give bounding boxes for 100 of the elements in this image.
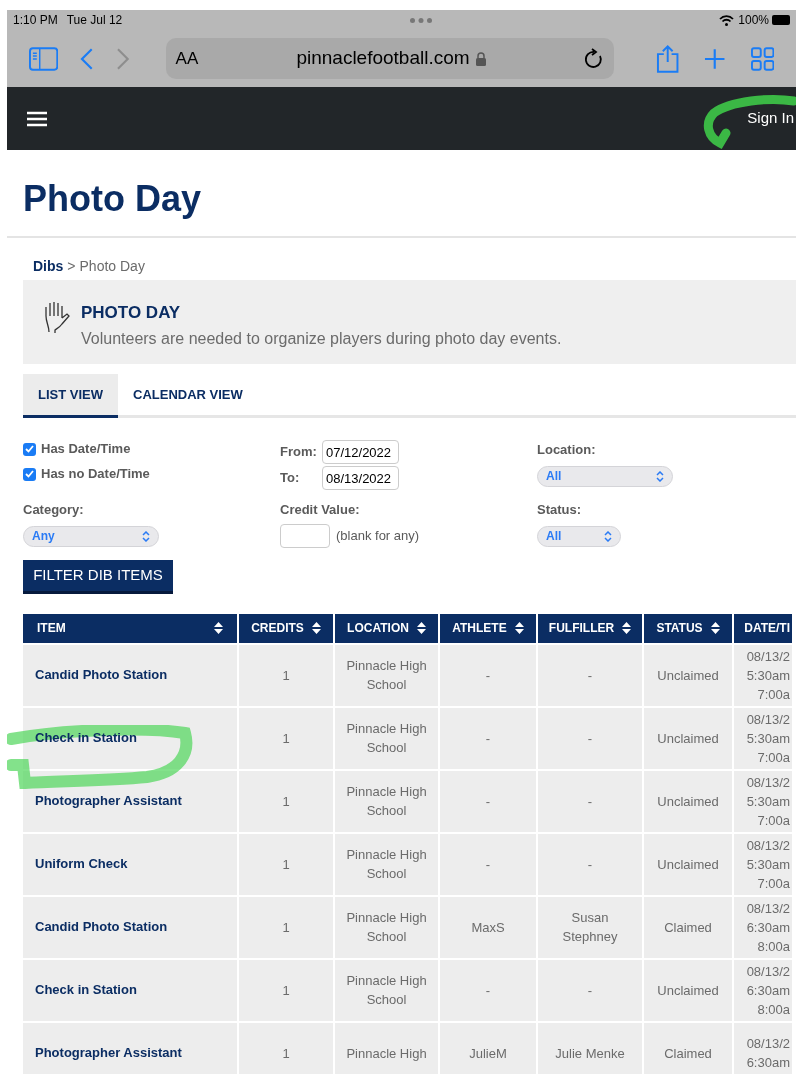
more-dots-icon bbox=[409, 17, 432, 23]
table-cell: 08/13/2 5:30am 7:00a bbox=[734, 770, 792, 832]
sort-icon bbox=[622, 622, 632, 634]
menu-icon[interactable] bbox=[27, 110, 47, 127]
view-tab[interactable]: LIST VIEW bbox=[23, 374, 118, 418]
table-cell: - bbox=[538, 644, 642, 706]
address-bar[interactable]: AA pinnaclefootball.com bbox=[165, 38, 614, 79]
status-date: Tue Jul 12 bbox=[66, 12, 123, 29]
table-cell: Claimed bbox=[644, 1022, 732, 1074]
table-cell: Pinnacle High School bbox=[335, 833, 438, 895]
table-cell: Susan Stephney bbox=[538, 896, 642, 958]
checkbox[interactable] bbox=[23, 467, 36, 481]
checkbox-label: Has no Date/Time bbox=[41, 465, 150, 484]
table-cell: MaxS bbox=[440, 896, 536, 958]
forward-icon[interactable] bbox=[115, 46, 130, 71]
battery-percent: 100% bbox=[738, 12, 769, 29]
sort-icon bbox=[214, 622, 223, 634]
wifi-icon bbox=[719, 14, 735, 26]
table-cell: Unclaimed bbox=[644, 770, 732, 832]
table-cell: 1 bbox=[239, 959, 333, 1021]
credit-value-field[interactable] bbox=[280, 523, 330, 548]
table-cell: 08/13/2 5:30am 7:00a bbox=[734, 833, 792, 895]
checkmark-icon bbox=[25, 445, 34, 453]
column-header[interactable]: DATE/TI bbox=[734, 613, 792, 643]
tabs-grid-icon[interactable] bbox=[750, 46, 774, 71]
column-header[interactable]: FULFILLER bbox=[538, 613, 642, 643]
item-link[interactable]: Photographer Assistant bbox=[35, 1043, 182, 1063]
reload-icon[interactable] bbox=[583, 47, 604, 70]
table-cell: 1 bbox=[239, 770, 333, 832]
table-cell: Pinnacle High School bbox=[335, 644, 438, 706]
table-cell: Unclaimed bbox=[644, 707, 732, 769]
table-cell: 1 bbox=[239, 833, 333, 895]
hand-icon bbox=[43, 300, 71, 334]
sort-icon bbox=[416, 622, 426, 634]
table-cell: - bbox=[440, 644, 536, 706]
checkmark-icon bbox=[25, 470, 34, 478]
view-tab[interactable]: CALENDAR VIEW bbox=[118, 374, 258, 418]
column-header[interactable]: LOCATION bbox=[335, 613, 438, 643]
sort-icon bbox=[311, 622, 321, 634]
sort-icon bbox=[710, 622, 720, 634]
table-cell: - bbox=[440, 833, 536, 895]
table-cell: Pinnacle High School bbox=[335, 707, 438, 769]
table-cell: - bbox=[440, 707, 536, 769]
item-link[interactable]: Check in Station bbox=[35, 980, 137, 1000]
battery-icon bbox=[772, 15, 790, 25]
table-cell: Unclaimed bbox=[644, 644, 732, 706]
from-label: From: bbox=[280, 443, 318, 462]
credit-value-label: Credit Value: bbox=[280, 501, 361, 519]
to-date-field[interactable]: 08/13/2022 bbox=[322, 466, 399, 490]
table-cell: Unclaimed bbox=[644, 959, 732, 1021]
item-link[interactable]: Candid Photo Station bbox=[35, 665, 168, 685]
sign-in-link[interactable]: Sign In bbox=[747, 107, 796, 130]
from-date-field[interactable]: 07/12/2022 bbox=[322, 440, 399, 464]
url-text: pinnaclefootball.com bbox=[296, 46, 470, 71]
checkbox-label: Has Date/Time bbox=[41, 440, 131, 459]
table-cell: - bbox=[440, 770, 536, 832]
item-link[interactable]: Photographer Assistant bbox=[35, 791, 182, 811]
text-size-button[interactable]: AA bbox=[175, 45, 199, 72]
column-header[interactable]: ATHLETE bbox=[440, 613, 536, 643]
lock-icon bbox=[475, 51, 486, 66]
table-cell: 1 bbox=[239, 707, 333, 769]
breadcrumb-link[interactable]: Dibs bbox=[33, 256, 64, 277]
table-cell: - bbox=[538, 959, 642, 1021]
breadcrumb-separator: > bbox=[67, 257, 76, 276]
chevron-icon bbox=[656, 470, 664, 482]
table-cell: JulieM bbox=[440, 1022, 536, 1074]
banner-description: Volunteers are needed to organize players during photo day events. bbox=[81, 328, 562, 349]
status-label: Status: bbox=[537, 501, 583, 519]
table-cell: Pinnacle High School bbox=[335, 959, 438, 1021]
chevron-icon bbox=[604, 530, 612, 542]
credit-value-hint: (blank for any) bbox=[336, 526, 420, 545]
item-link[interactable]: Candid Photo Station bbox=[35, 917, 168, 937]
back-icon[interactable] bbox=[80, 46, 94, 71]
item-link[interactable]: Uniform Check bbox=[35, 854, 128, 874]
table-cell: Julie Menke bbox=[538, 1022, 642, 1074]
column-header[interactable]: STATUS bbox=[644, 613, 732, 643]
table-cell: - bbox=[538, 770, 642, 832]
table-cell: 1 bbox=[239, 1022, 333, 1074]
table-cell: Pinnacle High School bbox=[335, 770, 438, 832]
table-cell: - bbox=[440, 959, 536, 1021]
table-cell: 08/13/2 6:30am bbox=[734, 1022, 792, 1074]
filter-button[interactable]: FILTER DIB ITEMS bbox=[23, 559, 173, 594]
to-label: To: bbox=[280, 469, 301, 488]
table-cell: - bbox=[538, 707, 642, 769]
column-header[interactable]: CREDITS bbox=[239, 613, 333, 643]
sort-icon bbox=[514, 622, 524, 634]
category-label: Category: bbox=[23, 501, 85, 519]
checkbox[interactable] bbox=[23, 442, 36, 456]
banner-title: PHOTO DAY bbox=[81, 302, 182, 324]
table-cell: Claimed bbox=[644, 896, 732, 958]
share-icon[interactable] bbox=[655, 43, 680, 74]
table-cell: 1 bbox=[239, 644, 333, 706]
table-cell: 1 bbox=[239, 896, 333, 958]
page-title: Photo Day bbox=[7, 150, 796, 238]
column-header[interactable]: ITEM bbox=[23, 613, 237, 643]
status-time: 1:10 PM bbox=[13, 12, 58, 29]
sidebar-icon[interactable] bbox=[29, 46, 59, 71]
location-label: Location: bbox=[537, 441, 597, 459]
plus-icon[interactable] bbox=[704, 47, 726, 70]
table-cell: 08/13/2 6:30am 8:00a bbox=[734, 959, 792, 1021]
